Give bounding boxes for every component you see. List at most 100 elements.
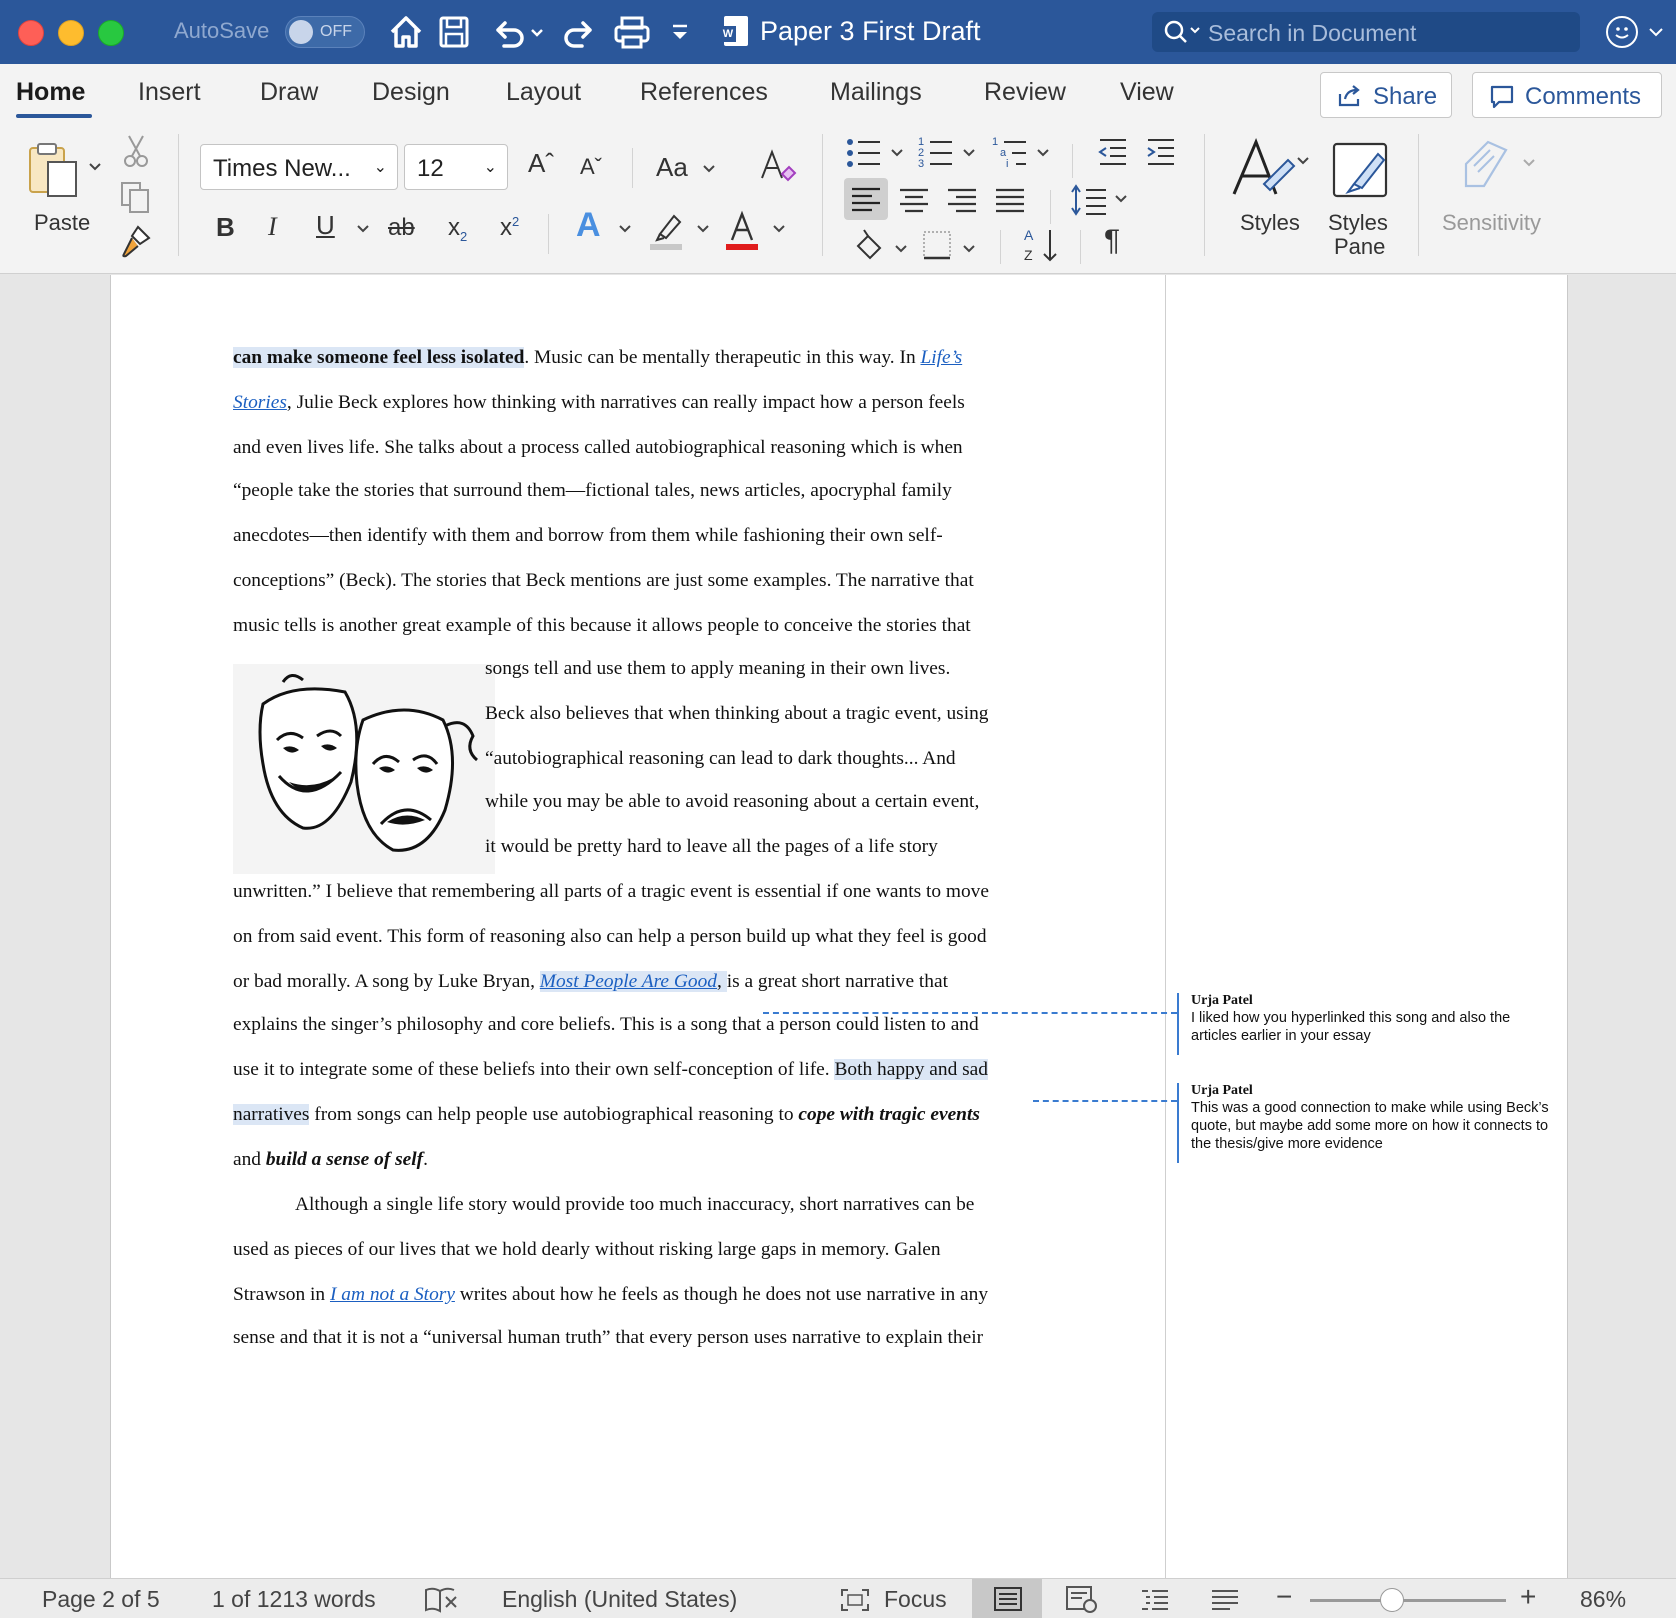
font-name-dropdown[interactable]: Times New... ⌄ — [200, 144, 398, 190]
hyperlink-lifes-stories[interactable]: Stories — [233, 392, 287, 413]
tab-home[interactable]: Home — [16, 78, 85, 107]
document-line[interactable]: can make someone feel less isolated. Mus… — [233, 347, 962, 369]
tab-review[interactable]: Review — [984, 78, 1066, 107]
tab-insert[interactable]: Insert — [138, 78, 201, 107]
line-spacing-icon[interactable] — [1070, 182, 1130, 218]
font-color-icon[interactable] — [724, 208, 762, 252]
page-count[interactable]: Page 2 of 5 — [42, 1586, 160, 1613]
print-layout-view-button[interactable] — [972, 1579, 1042, 1618]
document-line[interactable]: explains the singer’s philosophy and cor… — [233, 1014, 979, 1036]
align-left-button[interactable] — [844, 178, 888, 220]
chevron-down-icon[interactable] — [772, 224, 786, 234]
commented-text[interactable]: narratives — [233, 1104, 310, 1125]
comment-card[interactable]: Urja Patel This was a good connection to… — [1177, 1083, 1557, 1163]
chevron-down-icon[interactable] — [696, 224, 710, 234]
zoom-slider-track[interactable] — [1310, 1599, 1506, 1602]
document-line[interactable]: music tells is another great example of … — [233, 615, 971, 637]
document-line[interactable]: Stories, Julie Beck explores how thinkin… — [233, 392, 965, 414]
redo-icon[interactable] — [560, 12, 600, 52]
document-line[interactable]: “people take the stories that surround t… — [233, 480, 952, 502]
zoom-window-button[interactable] — [98, 20, 124, 46]
undo-icon[interactable] — [488, 12, 550, 52]
zoom-in-button[interactable]: + — [1520, 1581, 1536, 1613]
document-line[interactable]: Although a single life story would provi… — [295, 1194, 974, 1216]
shading-icon[interactable] — [852, 226, 912, 266]
tab-view[interactable]: View — [1120, 78, 1174, 107]
document-page[interactable]: can make someone feel less isolated. Mus… — [110, 275, 1568, 1578]
change-case-button[interactable]: Aa — [656, 152, 688, 183]
tab-draw[interactable]: Draw — [260, 78, 318, 107]
justify-icon[interactable] — [996, 188, 1026, 214]
multilevel-list-icon[interactable]: 1ai — [992, 134, 1052, 170]
document-line[interactable]: Beck also believes that when thinking ab… — [485, 703, 988, 725]
outline-view-icon[interactable] — [1140, 1588, 1170, 1612]
numbering-icon[interactable]: 123 — [918, 134, 978, 170]
bold-button[interactable]: B — [216, 212, 235, 243]
tab-references[interactable]: References — [640, 78, 768, 107]
tab-mailings[interactable]: Mailings — [830, 78, 922, 107]
focus-label[interactable]: Focus — [884, 1586, 947, 1613]
close-window-button[interactable] — [18, 20, 44, 46]
zoom-level[interactable]: 86% — [1580, 1586, 1626, 1613]
draft-view-icon[interactable] — [1210, 1588, 1240, 1612]
document-line[interactable]: or bad morally. A song by Luke Bryan, Mo… — [233, 971, 948, 993]
align-center-icon[interactable] — [900, 188, 930, 214]
document-line[interactable]: sense and that it is not a “universal hu… — [233, 1327, 983, 1349]
document-line[interactable]: conceptions” (Beck). The stories that Be… — [233, 570, 974, 592]
tab-layout[interactable]: Layout — [506, 78, 581, 107]
zoom-slider-handle[interactable] — [1380, 1588, 1404, 1612]
text-effects-icon[interactable]: A — [576, 206, 601, 245]
italic-button[interactable]: I — [268, 212, 277, 242]
hyperlink-i-am-not-a-story[interactable]: I am not a Story — [330, 1284, 455, 1305]
copy-icon[interactable] — [118, 180, 152, 214]
autosave-toggle[interactable]: OFF — [285, 16, 365, 48]
zoom-out-button[interactable]: − — [1276, 1581, 1292, 1613]
document-line[interactable]: on from said event. This form of reasoni… — [233, 926, 987, 948]
document-line[interactable]: unwritten.” I believe that remembering a… — [233, 881, 989, 903]
highlight-color-icon[interactable] — [648, 208, 686, 252]
underline-button[interactable]: U — [316, 210, 335, 241]
document-line[interactable]: used as pieces of our lives that we hold… — [233, 1239, 941, 1261]
share-button[interactable]: Share — [1320, 72, 1452, 118]
clear-formatting-icon[interactable] — [758, 146, 798, 186]
comedy-tragedy-masks-image[interactable] — [233, 664, 495, 874]
document-line[interactable]: Strawson in I am not a Story writes abou… — [233, 1284, 988, 1306]
chevron-down-icon[interactable] — [88, 162, 102, 172]
minimize-window-button[interactable] — [58, 20, 84, 46]
document-line[interactable]: “autobiographical reasoning can lead to … — [485, 748, 956, 770]
hyperlink-most-people-are-good[interactable]: Most People Are Good — [539, 971, 717, 992]
document-line[interactable]: and build a sense of self. — [233, 1149, 428, 1171]
document-line[interactable]: narratives from songs can help people us… — [233, 1104, 980, 1126]
document-line[interactable]: anecdotes—then identify with them and bo… — [233, 525, 943, 547]
focus-icon[interactable] — [840, 1588, 870, 1612]
cut-icon[interactable] — [122, 134, 150, 168]
grow-font-icon[interactable]: Aˆ — [528, 148, 554, 179]
increase-indent-icon[interactable] — [1144, 136, 1178, 166]
language[interactable]: English (United States) — [502, 1586, 737, 1613]
chevron-down-icon[interactable] — [356, 224, 370, 234]
comments-button[interactable]: Comments — [1472, 72, 1662, 118]
customize-toolbar-icon[interactable] — [668, 12, 692, 52]
document-line[interactable]: and even lives life. She talks about a p… — [233, 437, 963, 459]
feedback-smiley-icon[interactable] — [1606, 16, 1638, 48]
format-painter-icon[interactable] — [118, 224, 152, 260]
web-layout-icon[interactable] — [1066, 1586, 1098, 1614]
document-line[interactable]: while you may be able to avoid reasoning… — [485, 791, 979, 813]
home-icon[interactable] — [388, 12, 424, 52]
sort-icon[interactable]: AZ — [1022, 224, 1062, 266]
chevron-down-icon[interactable] — [1648, 26, 1664, 38]
document-line[interactable]: it would be pretty hard to leave all the… — [485, 836, 938, 858]
hyperlink-lifes-stories[interactable]: Life’s — [921, 347, 963, 368]
shrink-font-icon[interactable]: Aˇ — [580, 154, 602, 180]
align-right-icon[interactable] — [948, 188, 978, 214]
subscript-button[interactable]: x2 — [448, 214, 467, 244]
show-formatting-marks-button[interactable]: ¶ — [1104, 224, 1120, 258]
chevron-down-icon[interactable] — [618, 224, 632, 234]
print-icon[interactable] — [612, 12, 652, 52]
search-box[interactable]: Search in Document — [1152, 12, 1580, 52]
decrease-indent-icon[interactable] — [1096, 136, 1130, 166]
chevron-down-icon[interactable] — [702, 164, 716, 174]
proofing-icon[interactable] — [424, 1587, 460, 1613]
commented-text[interactable]: Both happy and sad — [834, 1059, 988, 1080]
strikethrough-button[interactable]: ab — [388, 214, 415, 242]
